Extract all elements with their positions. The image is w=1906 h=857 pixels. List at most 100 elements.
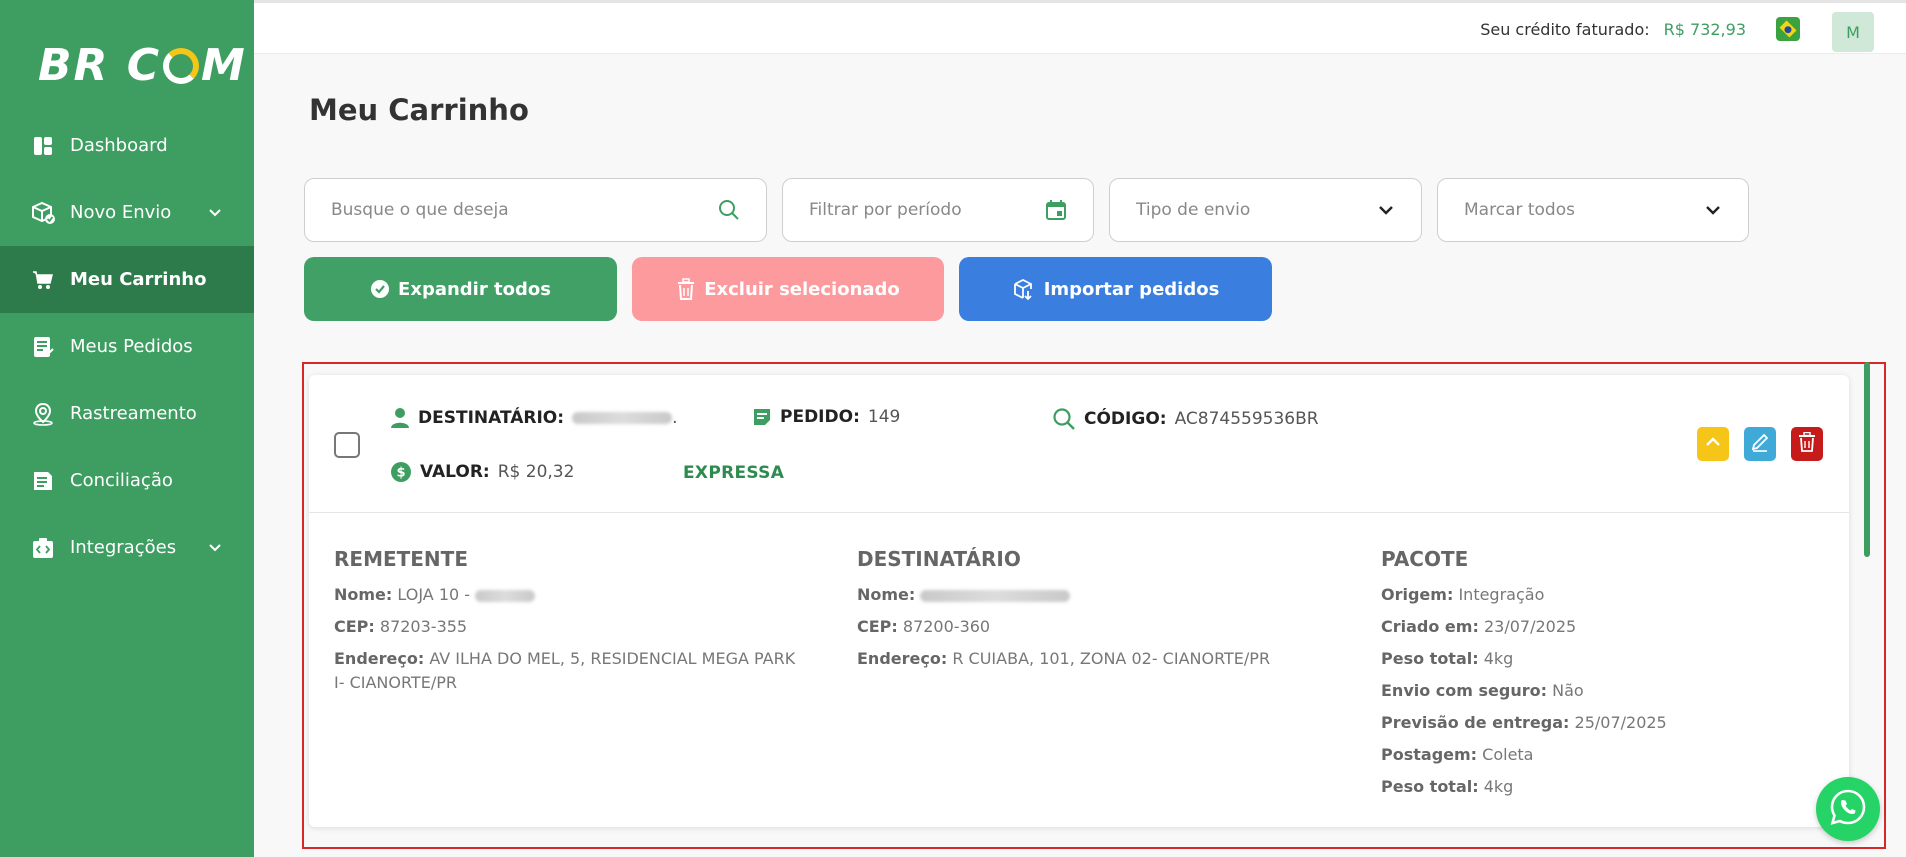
sidebar-nav: Dashboard Novo Envio Meu Carrinho Meus P… xyxy=(0,112,254,581)
package-row-value: Não xyxy=(1552,681,1584,700)
logo-ring-icon xyxy=(163,47,200,84)
sidebar-item-integracoes[interactable]: Integrações xyxy=(0,514,254,581)
search-icon xyxy=(718,199,740,226)
order-note-icon xyxy=(752,407,772,427)
credit-info: Seu crédito faturado: R$ 732,93 xyxy=(1480,20,1746,39)
shipping-type-select[interactable]: Tipo de envio xyxy=(1109,178,1422,242)
scrollbar[interactable] xyxy=(1864,362,1870,557)
period-filter-input[interactable]: Filtrar por período xyxy=(782,178,1094,242)
tracking-code: AC874559536BR xyxy=(1174,409,1319,429)
recipient-address-label: Endereço: xyxy=(857,649,948,668)
sender-address-label: Endereço: xyxy=(334,649,425,668)
sidebar-item-rastreamento[interactable]: Rastreamento xyxy=(0,380,254,447)
pencil-icon xyxy=(1750,432,1770,456)
avatar[interactable]: M xyxy=(1832,12,1874,52)
recipient-section-title: DESTINATÁRIO xyxy=(857,547,1021,571)
shipping-type-value: Tipo de envio xyxy=(1136,200,1251,220)
package-row: Previsão de entrega: 25/07/2025 xyxy=(1381,711,1667,735)
collapse-button[interactable] xyxy=(1697,427,1729,461)
period-placeholder: Filtrar por período xyxy=(809,200,962,220)
box-import-icon xyxy=(1012,277,1036,301)
sender-name-redacted xyxy=(475,589,536,602)
logo-text-start: BR C xyxy=(38,40,162,91)
order-card: DESTINATÁRIO: . PEDIDO: 149 CÓDIGO: AC87… xyxy=(309,375,1849,827)
credit-label: Seu crédito faturado: xyxy=(1480,20,1650,39)
orders-icon xyxy=(30,334,56,360)
sidebar-item-novo-envio[interactable]: Novo Envio xyxy=(0,179,254,246)
trash-icon xyxy=(1798,431,1816,456)
package-row: Criado em: 23/07/2025 xyxy=(1381,615,1576,639)
mark-all-select[interactable]: Marcar todos xyxy=(1437,178,1749,242)
sidebar-item-label: Dashboard xyxy=(70,135,168,156)
recipient-cep-label: CEP: xyxy=(857,617,898,636)
whatsapp-button[interactable] xyxy=(1816,777,1880,841)
document-icon xyxy=(30,468,56,494)
mark-all-value: Marcar todos xyxy=(1464,200,1575,220)
code-label: CÓDIGO: xyxy=(1084,409,1167,429)
delete-selected-button[interactable]: Excluir selecionado xyxy=(632,257,944,321)
user-icon xyxy=(390,407,410,429)
chevron-down-icon xyxy=(1704,199,1722,226)
package-row-value: Integração xyxy=(1458,585,1545,604)
sender-name-label: Nome: xyxy=(334,585,393,604)
sidebar-item-conciliacao[interactable]: Conciliação xyxy=(0,447,254,514)
package-row: Postagem: Coleta xyxy=(1381,743,1533,767)
order-value: R$ 20,32 xyxy=(497,462,575,482)
dashboard-icon xyxy=(30,133,56,159)
sidebar-item-meus-pedidos[interactable]: Meus Pedidos xyxy=(0,313,254,380)
package-row: Peso total: 4kg xyxy=(1381,775,1513,799)
brazil-flag-icon[interactable] xyxy=(1776,17,1800,41)
package-row-label: Postagem: xyxy=(1381,745,1478,764)
package-row: Peso total: 4kg xyxy=(1381,647,1513,671)
sender-cep-row: CEP: 87203-355 xyxy=(334,615,467,639)
package-row-label: Peso total: xyxy=(1381,777,1479,796)
brand-logo[interactable]: BR C M xyxy=(38,40,247,91)
search-icon xyxy=(1052,407,1076,431)
package-row-label: Peso total: xyxy=(1381,649,1479,668)
recipient-cep-value: 87200-360 xyxy=(902,617,991,636)
whatsapp-icon xyxy=(1829,788,1867,830)
import-orders-label: Importar pedidos xyxy=(1043,278,1220,300)
package-row-value: 4kg xyxy=(1483,649,1514,668)
recipient-name-redacted xyxy=(572,412,673,424)
package-row-value: Coleta xyxy=(1482,745,1534,764)
package-row-label: Criado em: xyxy=(1381,617,1479,636)
sender-name-value: LOJA 10 - xyxy=(397,585,471,604)
sender-section-title: REMETENTE xyxy=(334,547,468,571)
edit-button[interactable] xyxy=(1744,427,1776,461)
location-pin-icon xyxy=(30,401,56,427)
recipient-label: DESTINATÁRIO: xyxy=(418,408,565,428)
code-field: CÓDIGO: AC874559536BR xyxy=(1052,407,1319,431)
check-circle-icon xyxy=(370,279,390,299)
package-row-value: 23/07/2025 xyxy=(1483,617,1577,636)
svg-text:$: $ xyxy=(396,466,405,481)
value-field: $ VALOR: R$ 20,32 xyxy=(390,461,574,483)
package-row-label: Previsão de entrega: xyxy=(1381,713,1570,732)
sidebar-item-label: Rastreamento xyxy=(70,403,197,424)
chevron-up-icon xyxy=(1704,433,1722,455)
cart-icon xyxy=(30,267,56,293)
service-badge: EXPRESSA xyxy=(683,463,785,483)
sidebar-item-dashboard[interactable]: Dashboard xyxy=(0,112,254,179)
delete-order-button[interactable] xyxy=(1791,427,1823,461)
expand-all-button[interactable]: Expandir todos xyxy=(304,257,617,321)
import-orders-button[interactable]: Importar pedidos xyxy=(959,257,1272,321)
sender-cep-value: 87203-355 xyxy=(379,617,468,636)
top-bar: Seu crédito faturado: R$ 732,93 M xyxy=(254,0,1906,54)
chevron-down-icon xyxy=(208,538,222,559)
sidebar-item-meu-carrinho[interactable]: Meu Carrinho xyxy=(0,246,254,313)
credit-value: R$ 732,93 xyxy=(1663,20,1746,39)
recipient-address-row: Endereço: R CUIABA, 101, ZONA 02- CIANOR… xyxy=(857,647,1270,671)
package-row-value: 4kg xyxy=(1483,777,1514,796)
recipient-field: DESTINATÁRIO: . xyxy=(390,407,677,429)
order-select-checkbox[interactable] xyxy=(334,432,360,458)
recipient-address-value: R CUIABA, 101, ZONA 02- CIANORTE/PR xyxy=(952,649,1271,668)
search-input[interactable]: Busque o que deseja xyxy=(304,178,767,242)
sidebar: BR C M Dashboard Novo Envio Meu Carrinho xyxy=(0,0,254,857)
calendar-icon xyxy=(1045,199,1067,226)
recipient-name-row: Nome: xyxy=(857,583,1071,607)
sidebar-item-label: Meus Pedidos xyxy=(70,336,193,357)
sender-cep-label: CEP: xyxy=(334,617,375,636)
search-placeholder: Busque o que deseja xyxy=(331,200,509,220)
sender-name-row: Nome: LOJA 10 - xyxy=(334,583,536,607)
